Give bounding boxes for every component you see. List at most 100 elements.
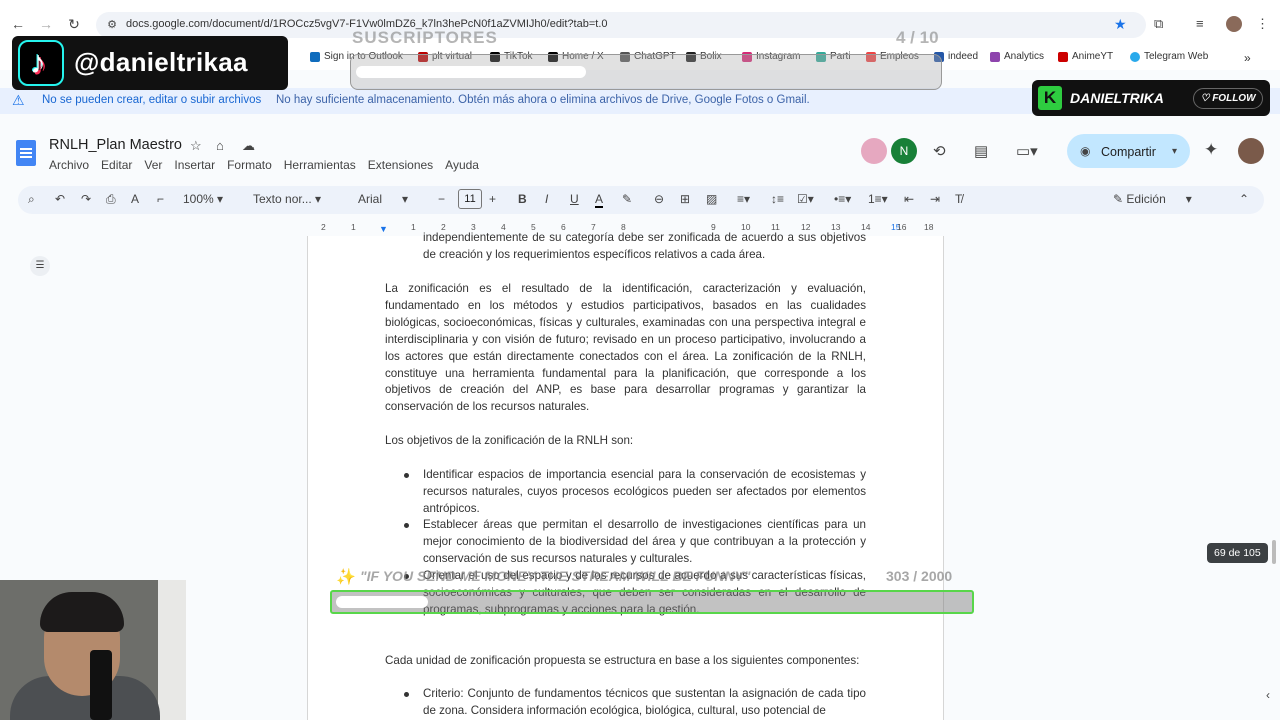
side-panel-toggle-icon[interactable]: ‹ — [1266, 688, 1270, 702]
zoom-select[interactable]: 100% ▾ — [183, 192, 223, 206]
search-icon[interactable]: ⌕ — [28, 192, 35, 207]
back-icon[interactable]: ← — [10, 16, 26, 32]
menu-editar[interactable]: Editar — [101, 158, 132, 172]
comment-icon[interactable]: ⊞ — [680, 192, 690, 206]
bullet-list-icon[interactable]: •≡▾ — [834, 192, 851, 206]
share-dropdown-icon[interactable]: ▾ — [1172, 146, 1177, 157]
page-counter: 69 de 105 — [1207, 543, 1268, 563]
warning-title: No se pueden crear, editar o subir archi… — [42, 94, 262, 106]
donation-goal-text: "IF YOU SEND ME MONEY THE STREAM WILL BE… — [360, 568, 751, 584]
reload-icon[interactable]: ↻ — [66, 16, 82, 33]
ruler-tick: 2 — [321, 222, 326, 232]
bookmark-item[interactable]: Analytics — [990, 51, 1044, 62]
collaborator-avatar-n[interactable]: N — [891, 138, 917, 164]
tiktok-handle: @danieltrikaa — [74, 47, 248, 77]
media-icon[interactable]: ≡ — [1196, 16, 1204, 31]
bookmark-star-icon[interactable]: ★ — [1114, 16, 1127, 33]
print-icon[interactable]: ⎙ — [106, 192, 116, 207]
account-avatar[interactable] — [1238, 138, 1264, 164]
bullet-marker — [404, 473, 409, 478]
text-color-icon[interactable]: A — [595, 192, 604, 208]
spellcheck-icon[interactable]: A — [131, 192, 139, 206]
align-icon[interactable]: ≡▾ — [737, 192, 750, 206]
site-info-icon[interactable]: ⚙ — [104, 18, 120, 31]
warning-message[interactable]: No hay suficiente almacenamiento. Obtén … — [276, 94, 810, 106]
cloud-status-icon[interactable]: ☁ — [242, 138, 255, 154]
numbered-list-icon[interactable]: 1≡▾ — [868, 192, 888, 206]
line-spacing-icon[interactable]: ↕≡ — [771, 192, 784, 206]
menu-bar: Archivo Editar Ver Insertar Formato Herr… — [49, 158, 479, 172]
underline-icon[interactable]: U — [570, 192, 579, 206]
ruler-tick: 1 — [351, 222, 356, 232]
menu-archivo[interactable]: Archivo — [49, 158, 89, 172]
move-icon[interactable]: ⌂ — [216, 138, 224, 153]
font-select[interactable]: Arial ▾ — [358, 192, 408, 206]
more-bookmarks-icon[interactable]: » — [1244, 51, 1251, 65]
sparkle-icon: ✨ — [336, 569, 356, 586]
document-title[interactable]: RNLH_Plan Maestro — [49, 137, 182, 153]
bookmark-item[interactable]: Telegram Web — [1130, 51, 1208, 62]
star-icon[interactable]: ☆ — [190, 138, 202, 154]
globe-icon: ◉ — [1080, 144, 1091, 158]
warning-icon: ⚠ — [12, 92, 25, 108]
decrease-indent-icon[interactable]: ⇤ — [904, 192, 914, 206]
increase-indent-icon[interactable]: ⇥ — [930, 192, 940, 206]
streamer-name: DANIELTRIKA — [1070, 90, 1164, 106]
webcam-feed — [0, 580, 186, 720]
menu-ver[interactable]: Ver — [144, 158, 162, 172]
image-icon[interactable]: ▨ — [706, 192, 717, 206]
checklist-icon[interactable]: ☑▾ — [797, 192, 814, 206]
scrollbar-thumb[interactable] — [1272, 540, 1276, 564]
font-size-input[interactable]: 11 — [458, 189, 482, 209]
bold-icon[interactable]: B — [518, 192, 527, 206]
ruler-tick: 18 — [924, 222, 934, 232]
forward-icon[interactable]: → — [38, 16, 54, 32]
left-indent-marker[interactable]: ▼ — [379, 224, 388, 234]
collapse-toolbar-icon[interactable]: ⌃ — [1239, 192, 1249, 206]
donation-goal-progress — [336, 596, 428, 608]
doc-paragraph: Los objetivos de la zonificación de la R… — [385, 434, 634, 447]
link-icon[interactable]: ⊖ — [654, 192, 664, 206]
redo-icon[interactable]: ↷ — [81, 192, 91, 206]
paint-format-icon[interactable]: ⌐ — [157, 192, 164, 206]
history-icon[interactable]: ⟲ — [933, 142, 946, 160]
subscriber-goal-title: SUSCRIPTORES — [352, 28, 498, 47]
menu-insertar[interactable]: Insertar — [174, 158, 215, 172]
extensions-icon[interactable]: ⧉ — [1154, 16, 1163, 32]
doc-paragraph: La zonificación es el resultado de la id… — [385, 282, 866, 414]
decrease-font-icon[interactable]: − — [438, 192, 445, 206]
profile-avatar[interactable] — [1226, 16, 1242, 32]
menu-ayuda[interactable]: Ayuda — [445, 158, 479, 172]
gemini-icon[interactable]: ✦ — [1204, 140, 1218, 160]
tiktok-logo-icon — [18, 40, 64, 86]
menu-herramientas[interactable]: Herramientas — [284, 158, 356, 172]
doc-paragraph: Cada unidad de zonificación propuesta se… — [385, 654, 860, 667]
bullet-marker — [404, 692, 409, 697]
collaborator-avatar[interactable] — [861, 138, 887, 164]
subscriber-goal-count: 4 / 10 — [896, 28, 939, 47]
style-select[interactable]: Texto nor... ▾ — [253, 192, 321, 206]
editing-mode-select[interactable]: ✎ Edición ▾ — [1113, 192, 1192, 206]
meet-icon[interactable]: ▭▾ — [1016, 142, 1038, 160]
share-label: Compartir — [1101, 145, 1156, 159]
doc-list-item: Establecer áreas que permitan el desarro… — [423, 518, 866, 565]
highlight-icon[interactable]: ✎ — [622, 192, 632, 206]
increase-font-icon[interactable]: + — [489, 192, 496, 206]
kick-logo-icon: K — [1038, 86, 1062, 110]
menu-formato[interactable]: Formato — [227, 158, 272, 172]
doc-list-item: Identificar espacios de importancia esen… — [423, 468, 866, 515]
menu-extensiones[interactable]: Extensiones — [368, 158, 433, 172]
browser-menu-icon[interactable]: ⋮ — [1256, 16, 1269, 32]
bookmark-item[interactable]: AnimeYT — [1058, 51, 1113, 62]
comments-icon[interactable]: ▤ — [974, 142, 988, 160]
subscriber-goal-progress — [356, 66, 586, 78]
follow-badge: ♡ FOLLOW — [1193, 88, 1263, 109]
italic-icon[interactable]: I — [545, 192, 548, 206]
clear-format-icon[interactable]: T̸ — [955, 192, 962, 206]
outline-icon[interactable]: ☰ — [30, 256, 50, 276]
ruler-tick: 16 — [897, 222, 907, 232]
doc-list-item: Criterio: Conjunto de fundamentos técnic… — [423, 687, 866, 717]
undo-icon[interactable]: ↶ — [55, 192, 65, 206]
docs-logo-icon[interactable] — [16, 140, 36, 166]
bullet-marker — [404, 523, 409, 528]
